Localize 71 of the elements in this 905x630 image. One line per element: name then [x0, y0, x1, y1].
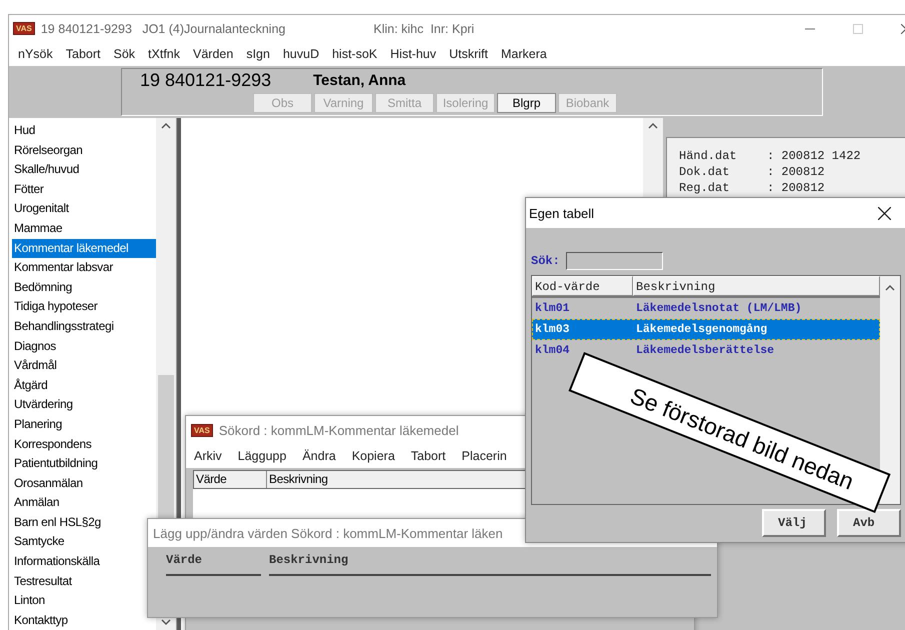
- menu-item[interactable]: Utskrift: [449, 47, 488, 61]
- search-field[interactable]: [566, 252, 663, 270]
- menu-item[interactable]: tXtfnk: [148, 47, 180, 61]
- menu-item[interactable]: Markera: [501, 47, 547, 61]
- dialog-button[interactable]: Välj: [762, 509, 826, 537]
- menu-item[interactable]: huvuD: [282, 47, 320, 61]
- menu-item[interactable]: Placerin: [462, 449, 507, 463]
- section-item[interactable]: Kommentar labsvar: [12, 258, 156, 278]
- menu-item[interactable]: Tabort: [66, 47, 100, 61]
- close-icon[interactable]: [878, 206, 891, 220]
- menu-item[interactable]: hist-soK: [332, 47, 378, 61]
- info-value: : 200812: [767, 180, 825, 196]
- column-header: Värde: [166, 553, 261, 576]
- section-item[interactable]: Skalle/huvud: [12, 160, 156, 180]
- app-logo: VAS: [191, 424, 213, 436]
- info-value: : 200812: [767, 164, 825, 180]
- scroll-up-icon[interactable]: [161, 122, 171, 129]
- dialog-button[interactable]: Avb: [837, 509, 901, 537]
- info-label: Reg.dat: [679, 180, 730, 196]
- search-label: Sök:: [531, 254, 560, 268]
- app-logo: VAS: [13, 22, 35, 35]
- section-item[interactable]: Åtgärd: [12, 376, 156, 396]
- menu-item[interactable]: Ändra: [302, 449, 336, 463]
- patient-name: Testan, Anna: [313, 72, 406, 88]
- section-item[interactable]: Kontakttyp: [12, 610, 156, 630]
- window-title: Sökord : kommLM-Kommentar läkemedel: [218, 422, 459, 438]
- menu-item[interactable]: nYsök: [18, 47, 53, 61]
- section-item[interactable]: Orosanmälan: [12, 474, 156, 494]
- scroll-down-icon[interactable]: [161, 619, 171, 626]
- menu-item[interactable]: sIgn: [246, 47, 270, 61]
- clinic-info: Klin: kihc Inr: Kpri: [373, 22, 474, 36]
- section-item[interactable]: Anmälan: [12, 493, 156, 513]
- window-title: Lägg upp/ändra värden Sökord : kommLM-Kommentar läken: [153, 526, 503, 540]
- patient-id: 19 840121-9293: [140, 70, 272, 90]
- menu-item[interactable]: Sök: [114, 47, 136, 61]
- menu-item[interactable]: Hist-huv: [390, 47, 436, 61]
- scroll-up-icon[interactable]: [885, 284, 895, 291]
- section-item[interactable]: Korrespondens: [12, 434, 156, 454]
- info-label: Dok.dat: [679, 164, 730, 180]
- info-value: : 200812 1422: [767, 148, 861, 164]
- table-row[interactable]: klm03 Läkemedelsgenomgång: [532, 319, 880, 340]
- section-item[interactable]: Utvärdering: [12, 395, 156, 415]
- section-item[interactable]: Tidiga hypoteser: [12, 297, 156, 317]
- table-row[interactable]: klm01 Läkemedelsnotat (LM/LMB): [532, 298, 880, 319]
- column-header: Beskrivning: [269, 553, 711, 576]
- section-item[interactable]: Kommentar läkemedel: [12, 238, 156, 258]
- section-item[interactable]: Rörelseorgan: [12, 140, 156, 160]
- section-item[interactable]: Patientutbildning: [12, 454, 156, 474]
- section-item[interactable]: Urogenitalt: [12, 199, 156, 219]
- column-header: Värde: [194, 471, 267, 488]
- column-header: Beskrivning: [633, 276, 880, 296]
- info-label: Händ.dat: [679, 148, 738, 164]
- flag-button[interactable]: Blgrp: [497, 93, 556, 113]
- menu-item[interactable]: Arkiv: [194, 449, 222, 463]
- window-title: 19 840121-9293 JO1 (4)Journalanteckning: [40, 22, 286, 36]
- menu-item[interactable]: Kopiera: [352, 449, 395, 463]
- section-item[interactable]: Behandlingsstrategi: [12, 316, 156, 337]
- section-item[interactable]: Planering: [12, 414, 156, 434]
- section-item[interactable]: Hud: [12, 121, 156, 141]
- section-item[interactable]: Mammae: [12, 218, 156, 239]
- menu-item[interactable]: Värden: [193, 47, 234, 61]
- section-item[interactable]: Diagnos: [12, 336, 156, 356]
- menu-item[interactable]: Läggupp: [238, 449, 286, 463]
- scroll-up-icon[interactable]: [648, 122, 658, 129]
- menu-item[interactable]: Tabort: [410, 449, 446, 463]
- column-header: Kod-värde: [532, 276, 633, 296]
- dialog-title: Egen tabell: [529, 206, 594, 220]
- section-item[interactable]: Fötter: [12, 180, 156, 200]
- section-item[interactable]: Vårdmål: [12, 356, 156, 376]
- scrollbar[interactable]: [880, 276, 900, 504]
- section-item[interactable]: Bedömning: [12, 278, 156, 298]
